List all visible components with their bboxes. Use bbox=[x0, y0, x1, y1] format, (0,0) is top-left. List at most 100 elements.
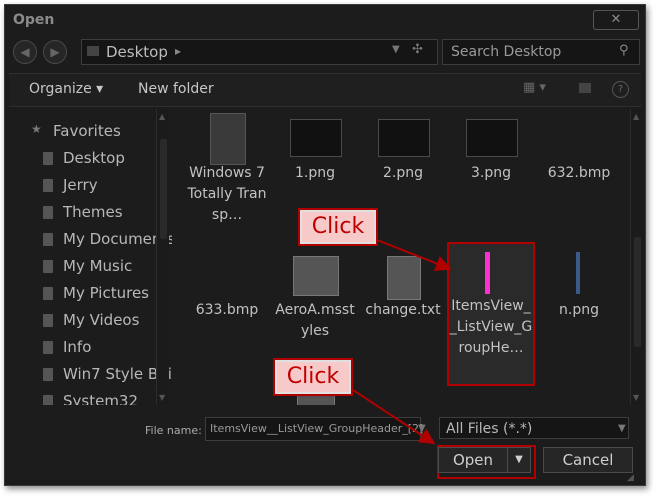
breadcrumb-desktop[interactable]: Desktop bbox=[106, 43, 168, 61]
file-name: Windows 7 Totally Transp… bbox=[187, 165, 267, 223]
nav-label: My Music bbox=[63, 257, 133, 275]
open-button[interactable]: Open bbox=[438, 447, 508, 473]
text-file-icon bbox=[387, 256, 421, 300]
file-name: 1.png bbox=[294, 165, 335, 181]
nav-item-info[interactable]: Info bbox=[9, 335, 159, 361]
back-arrow-icon: ◀ bbox=[20, 45, 30, 59]
videos-icon bbox=[43, 314, 53, 327]
file-name: 632.bmp bbox=[547, 165, 611, 181]
file-item[interactable]: AeroA.msstyles bbox=[273, 250, 357, 370]
chevron-down-icon[interactable]: ▼ bbox=[618, 418, 626, 440]
file-list: Windows 7 Totally Transp… 1.png 2.png 3.… bbox=[173, 109, 629, 405]
nav-item-desktop[interactable]: Desktop bbox=[9, 146, 159, 172]
documents-icon bbox=[43, 233, 53, 246]
nav-label: System32 bbox=[63, 392, 139, 405]
file-name: AeroA.msstyles bbox=[275, 302, 355, 339]
preview-pane-icon[interactable] bbox=[579, 83, 591, 93]
file-type-value: All Files (*.*) bbox=[446, 421, 533, 437]
search-box[interactable]: Search Desktop ⚲ bbox=[442, 39, 640, 65]
nav-item-my-pictures[interactable]: My Pictures bbox=[9, 281, 159, 307]
help-icon[interactable]: ? bbox=[612, 81, 629, 98]
search-icon[interactable]: ⚲ bbox=[619, 43, 629, 58]
search-input[interactable]: Search Desktop bbox=[451, 44, 561, 60]
nav-item-jerry[interactable]: Jerry bbox=[9, 173, 159, 199]
folder-icon bbox=[43, 368, 53, 381]
dialog-title: Open bbox=[13, 12, 55, 28]
title-bar: Open ✕ bbox=[5, 5, 645, 35]
organize-button[interactable]: Organize ▾ bbox=[29, 81, 103, 97]
folder-icon bbox=[43, 206, 53, 219]
new-folder-button[interactable]: New folder bbox=[138, 81, 214, 97]
image-icon bbox=[554, 250, 604, 298]
address-row: ◀ ▶ Desktop ▸ ▼ ✣ Search Desktop ⚲ bbox=[5, 37, 645, 67]
navigation-pane: ★ Favorites Desktop Jerry Themes My Docu… bbox=[9, 109, 172, 405]
file-item[interactable]: change.txt bbox=[361, 250, 445, 370]
file-item[interactable]: 633.bmp bbox=[185, 250, 269, 370]
favorites-label: Favorites bbox=[53, 122, 121, 140]
address-bar[interactable]: Desktop ▸ ▼ ✣ bbox=[81, 39, 438, 65]
breadcrumb-chevron-icon[interactable]: ▸ bbox=[175, 44, 181, 58]
folder-icon bbox=[43, 341, 53, 354]
file-name: 633.bmp bbox=[195, 302, 259, 318]
nav-label: Themes bbox=[63, 203, 123, 221]
file-item[interactable]: n.png bbox=[537, 250, 621, 370]
music-icon bbox=[43, 260, 53, 273]
nav-item-my-videos[interactable]: My Videos bbox=[9, 308, 159, 334]
scroll-thumb[interactable] bbox=[634, 237, 641, 347]
nav-label: My Pictures bbox=[63, 284, 149, 302]
nav-item-themes[interactable]: Themes bbox=[9, 200, 159, 226]
file-type-select[interactable]: All Files (*.*) ▼ bbox=[439, 417, 629, 439]
selected-file-item[interactable]: ItemsView__ListView_GroupHe… bbox=[447, 242, 535, 386]
image-icon bbox=[378, 119, 430, 157]
back-button[interactable]: ◀ bbox=[13, 40, 37, 64]
file-name: n.png bbox=[559, 302, 599, 318]
forward-button[interactable]: ▶ bbox=[43, 40, 67, 64]
nav-item-win7-style-builder[interactable]: Win7 Style Builder bbox=[9, 362, 172, 388]
scroll-thumb[interactable] bbox=[160, 139, 167, 239]
stack-icon bbox=[293, 256, 339, 296]
file-name-input[interactable]: ItemsView__ListView_GroupHeader_[2] bbox=[205, 417, 423, 441]
close-icon: ✕ bbox=[610, 12, 622, 27]
command-bar: Organize ▾ New folder ▦ ▾ ? bbox=[9, 73, 641, 107]
nav-item-system32[interactable]: System32 bbox=[9, 389, 159, 405]
folder-icon bbox=[210, 113, 246, 165]
click-callout: Click bbox=[298, 208, 378, 246]
scroll-down-icon[interactable]: ▼ bbox=[159, 393, 165, 402]
view-options-icon[interactable]: ▦ ▾ bbox=[523, 80, 546, 95]
image-icon bbox=[290, 119, 342, 157]
nav-item-my-music[interactable]: My Music bbox=[9, 254, 159, 280]
file-list-scrollbar[interactable]: ▲ ▼ bbox=[630, 109, 643, 405]
nav-item-my-documents[interactable]: My Documents bbox=[9, 227, 172, 253]
folder-icon bbox=[87, 46, 99, 56]
file-item[interactable]: 632.bmp bbox=[537, 113, 621, 233]
file-name: 3.png bbox=[470, 165, 511, 181]
file-item[interactable]: Windows 7 Totally Transp… bbox=[185, 113, 269, 233]
desktop-icon bbox=[43, 152, 53, 165]
file-item[interactable]: 3.png bbox=[449, 113, 533, 233]
nav-label: My Videos bbox=[63, 311, 140, 329]
nav-label: Desktop bbox=[63, 149, 125, 167]
folder-icon bbox=[43, 179, 53, 192]
image-icon bbox=[466, 119, 518, 157]
refresh-icon[interactable]: ✣ bbox=[412, 42, 423, 57]
folder-icon bbox=[43, 395, 53, 405]
cancel-button[interactable]: Cancel bbox=[543, 447, 633, 473]
nav-scrollbar[interactable]: ▲ ▼ bbox=[156, 109, 169, 405]
address-dropdown-icon[interactable]: ▼ bbox=[392, 44, 400, 55]
scroll-up-icon[interactable]: ▲ bbox=[633, 112, 639, 121]
nav-label: Jerry bbox=[63, 176, 98, 194]
scroll-up-icon[interactable]: ▲ bbox=[159, 112, 165, 121]
file-name-label: File name: bbox=[145, 424, 202, 437]
click-callout: Click bbox=[273, 358, 353, 396]
star-icon: ★ bbox=[31, 122, 42, 136]
file-name: 2.png bbox=[382, 165, 423, 181]
file-name: change.txt bbox=[365, 302, 441, 318]
bottom-bar: File name: ItemsView__ListView_GroupHead… bbox=[9, 409, 641, 485]
close-button[interactable]: ✕ bbox=[593, 10, 639, 30]
image-preview bbox=[485, 252, 490, 294]
open-dropdown-icon[interactable]: ▼ bbox=[507, 447, 531, 473]
scroll-down-icon[interactable]: ▼ bbox=[633, 393, 639, 402]
file-name-dropdown-icon[interactable]: ▼ bbox=[418, 423, 426, 434]
nav-favorites[interactable]: ★ Favorites bbox=[9, 119, 159, 145]
resize-grip-icon[interactable]: ◢ bbox=[627, 473, 634, 483]
